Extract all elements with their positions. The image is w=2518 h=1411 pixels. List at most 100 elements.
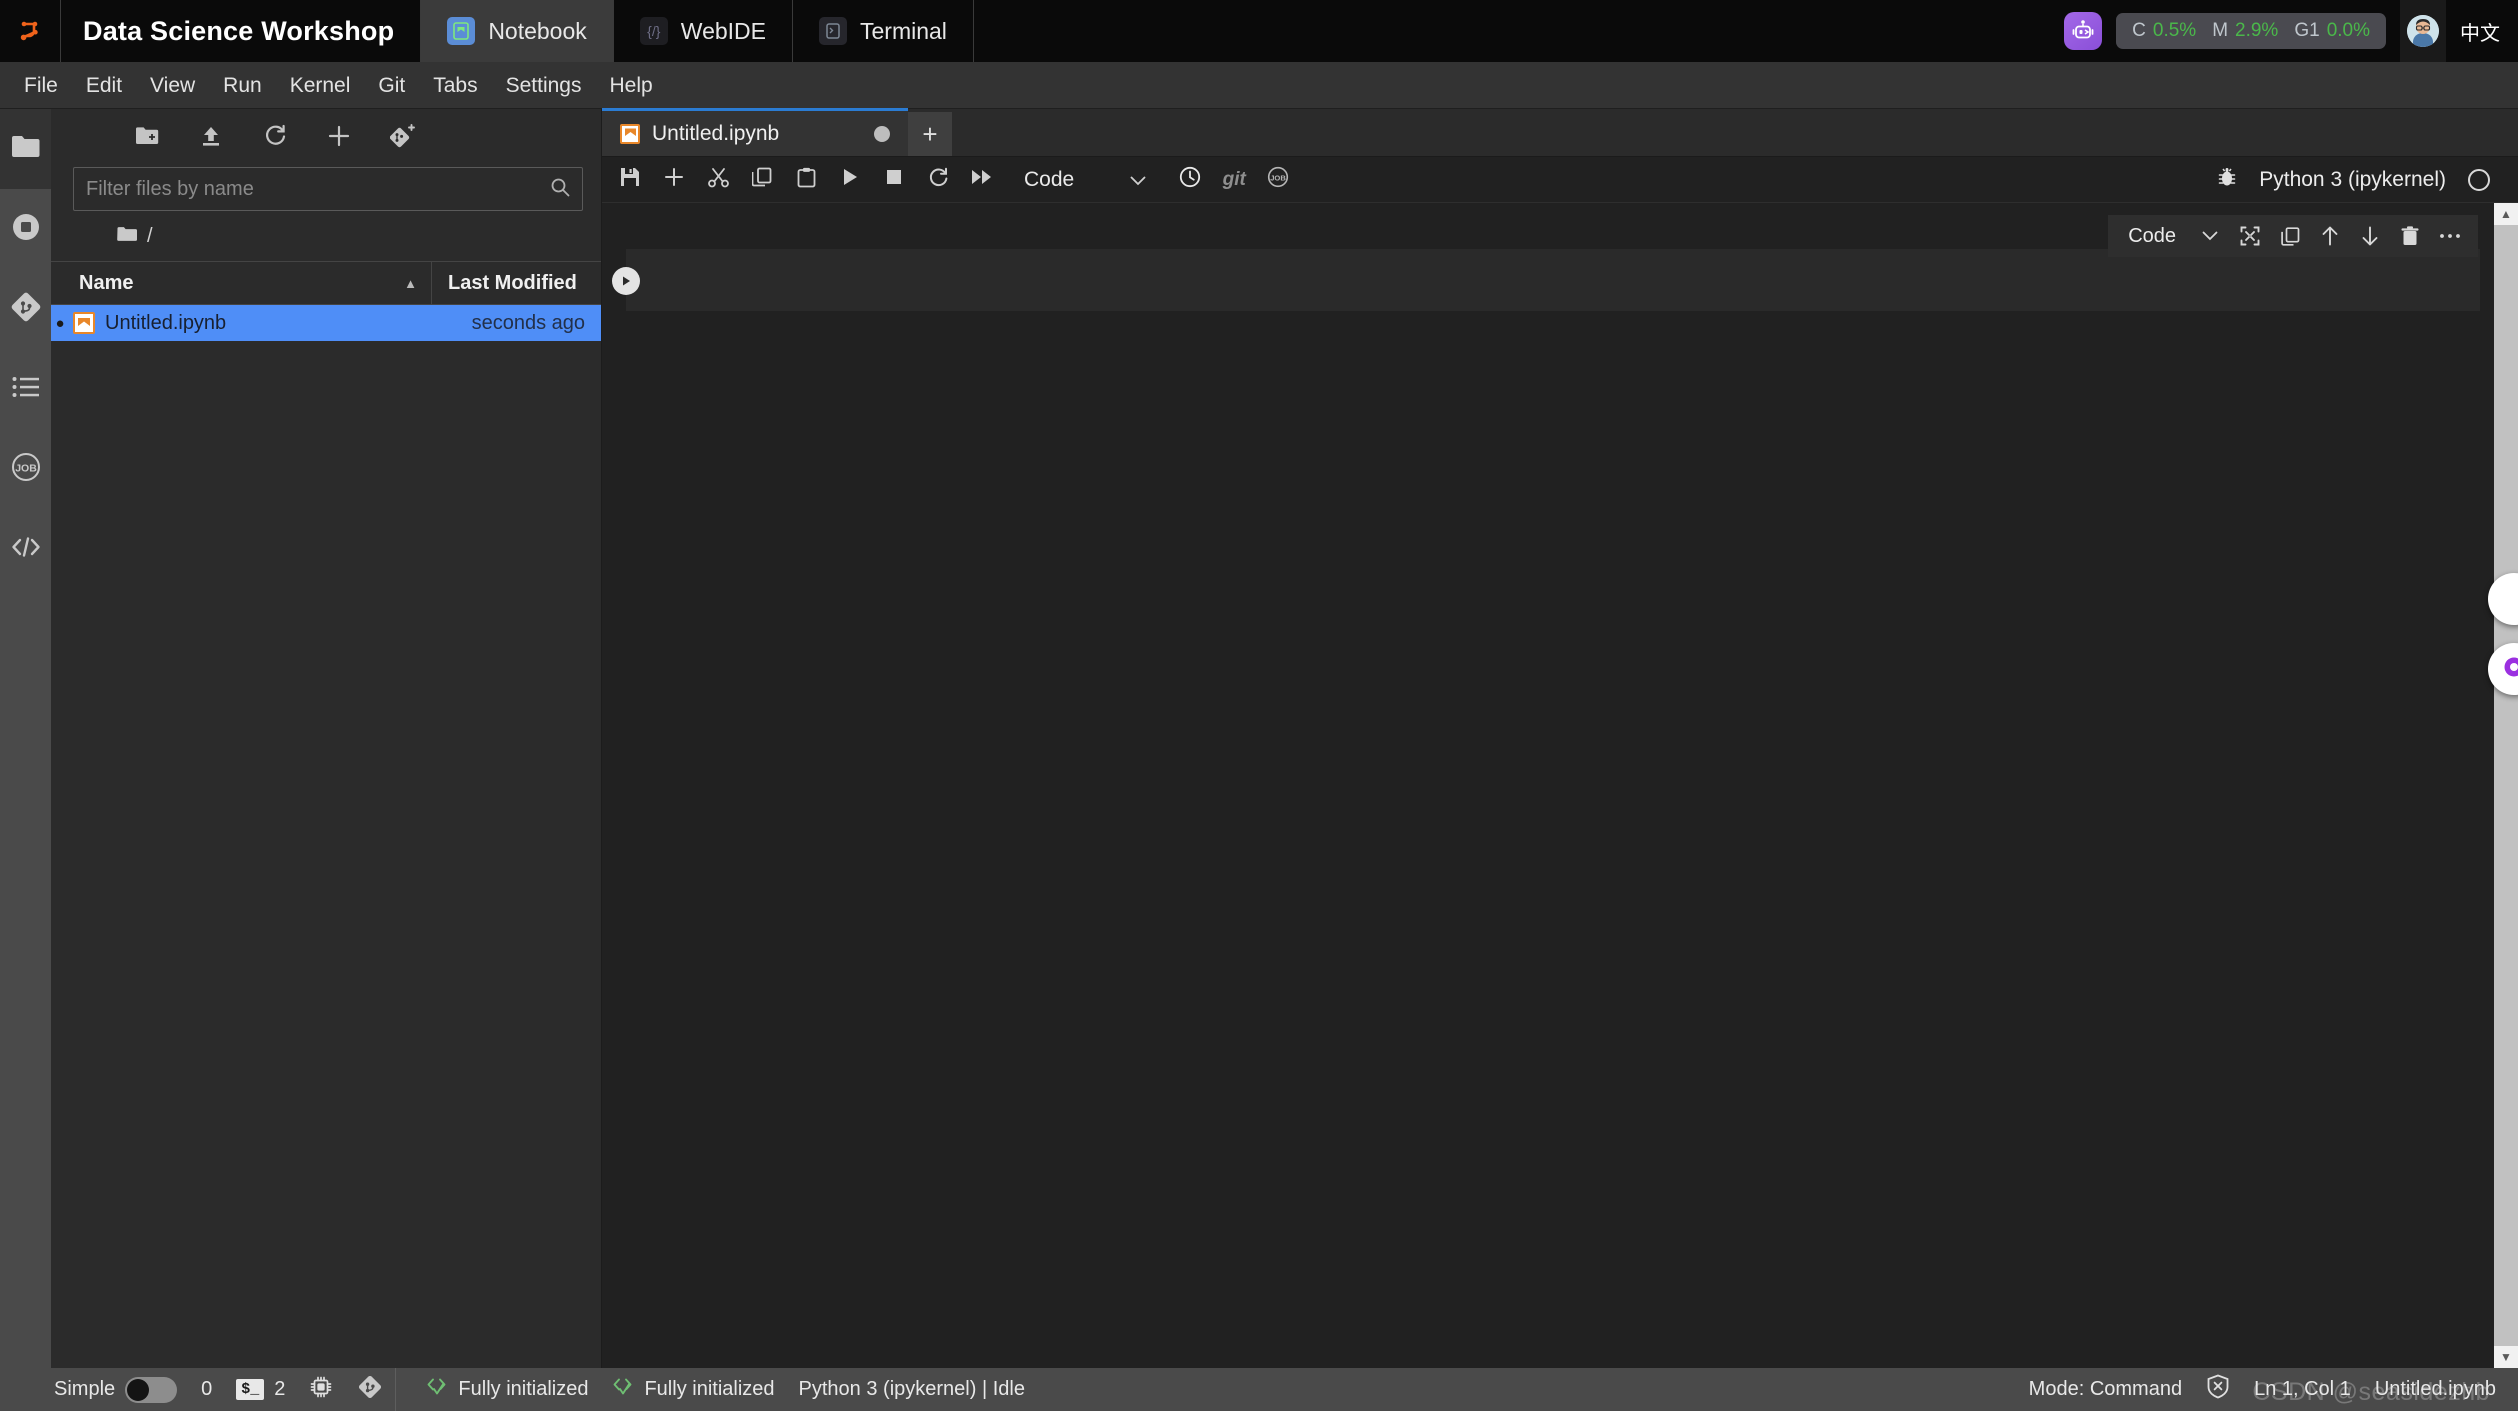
active-file-name[interactable]: Untitled.ipynb	[2363, 1368, 2518, 1411]
kernel-count[interactable]: 0	[189, 1368, 224, 1411]
upload-button[interactable]	[179, 115, 243, 161]
notebook-toolbar-right: Python 3 (ipykernel)	[2217, 166, 2518, 194]
floating-action-button-top[interactable]	[2488, 573, 2518, 625]
cell-toolbar: Code	[2108, 215, 2478, 257]
menu-tabs[interactable]: Tabs	[419, 62, 491, 109]
delete-cell-button[interactable]	[2390, 217, 2430, 255]
play-circle-icon[interactable]	[612, 267, 640, 295]
code-cell[interactable]	[626, 249, 2480, 311]
system-stats[interactable]: C 0.5% M 2.9% G1 0.0%	[2116, 13, 2386, 49]
app-tab-terminal[interactable]: Terminal	[793, 0, 974, 62]
restart-kernel-button[interactable]	[916, 160, 960, 200]
kernel-name-label[interactable]: Python 3 (ipykernel)	[2259, 168, 2446, 192]
terminal-icon	[819, 17, 847, 45]
toggle-switch[interactable]	[125, 1377, 177, 1403]
sidebar-item-jobs[interactable]: JOB	[0, 429, 51, 509]
resource-usage[interactable]	[297, 1368, 345, 1411]
terminal-icon: $_	[236, 1379, 264, 1400]
menu-help[interactable]: Help	[596, 62, 667, 109]
sidebar-item-running[interactable]	[0, 189, 51, 269]
paste-cells-button[interactable]	[784, 160, 828, 200]
menu-kernel[interactable]: Kernel	[276, 62, 365, 109]
menu-settings[interactable]: Settings	[492, 62, 596, 109]
new-tab-button[interactable]: +	[908, 112, 952, 156]
cpu-value: 0.5%	[2153, 20, 2196, 42]
scroll-up-arrow-icon[interactable]: ▲	[2494, 203, 2518, 225]
lsp-status-left[interactable]: Fully initialized	[414, 1368, 600, 1411]
terminal-count[interactable]: $_ 2	[224, 1368, 297, 1411]
cell-toolbar-type-value[interactable]: Code	[2116, 225, 2190, 248]
run-cell-button[interactable]	[828, 160, 872, 200]
breadcrumb-path: /	[147, 225, 153, 248]
menu-git[interactable]: Git	[364, 62, 419, 109]
column-header-last-modified[interactable]: Last Modified	[431, 262, 601, 304]
cell-type-select[interactable]: Code	[1016, 168, 1154, 192]
refresh-icon	[264, 124, 287, 152]
app-tab-label: WebIDE	[681, 18, 766, 45]
file-list-header: Name ▲ Last Modified	[51, 261, 601, 305]
file-list-item[interactable]: ● Untitled.ipynb seconds ago	[51, 305, 601, 341]
breadcrumb[interactable]: /	[51, 211, 601, 261]
restart-and-run-all-button[interactable]	[960, 160, 1004, 200]
save-button[interactable]	[608, 160, 652, 200]
unsaved-indicator-icon[interactable]	[874, 126, 890, 142]
git-tool-button[interactable]: git	[1212, 160, 1256, 200]
notebook-vertical-scrollbar[interactable]: ▲ ▼	[2494, 203, 2518, 1368]
search-icon[interactable]	[550, 177, 570, 202]
ai-assistant-icon[interactable]	[2064, 12, 2102, 50]
collapse-cell-button[interactable]	[2230, 217, 2270, 255]
copy-cells-button[interactable]	[740, 160, 784, 200]
kernel-status[interactable]: Python 3 (ipykernel) | Idle	[787, 1368, 1037, 1411]
execution-history-button[interactable]	[1168, 160, 1212, 200]
simple-mode-toggle[interactable]: Simple	[42, 1368, 189, 1411]
chevron-down-icon[interactable]	[2190, 217, 2230, 255]
cursor-position-text: Ln 1, Col 1	[2254, 1378, 2351, 1401]
scrollbar-thumb[interactable]	[2494, 225, 2518, 1346]
sidebar-item-extensions[interactable]	[0, 509, 51, 589]
interrupt-kernel-button[interactable]	[872, 160, 916, 200]
new-folder-button[interactable]	[115, 115, 179, 161]
more-options-button[interactable]	[2430, 217, 2470, 255]
scroll-down-arrow-icon[interactable]: ▼	[2494, 1346, 2518, 1368]
file-filter-box[interactable]	[73, 167, 583, 211]
file-name: Untitled.ipynb	[105, 312, 415, 335]
cursor-position[interactable]: Ln 1, Col 1	[2242, 1368, 2363, 1411]
kernel-idle-circle[interactable]	[2468, 169, 2490, 191]
jupyter-lab-logo-icon[interactable]	[0, 0, 61, 62]
bug-icon[interactable]	[2217, 166, 2237, 194]
job-tool-button[interactable]: JOB	[1256, 160, 1300, 200]
search-input[interactable]	[86, 178, 550, 201]
sidebar-item-git[interactable]	[0, 269, 51, 349]
floating-assistant-button[interactable]	[2488, 643, 2518, 695]
job-circle-icon: JOB	[1267, 166, 1289, 193]
restart-icon	[928, 167, 949, 193]
move-cell-up-button[interactable]	[2310, 217, 2350, 255]
sidebar-item-toc[interactable]	[0, 349, 51, 429]
menu-edit[interactable]: Edit	[72, 62, 136, 109]
active-file-name-text: Untitled.ipynb	[2375, 1378, 2496, 1401]
app-tab-webide[interactable]: {/} WebIDE	[614, 0, 793, 62]
avatar[interactable]	[2400, 0, 2446, 62]
column-header-name[interactable]: Name ▲	[51, 272, 431, 295]
cut-cells-button[interactable]	[696, 160, 740, 200]
language-switch[interactable]: 中文	[2460, 17, 2504, 46]
menu-run[interactable]: Run	[209, 62, 276, 109]
notebook-tab-untitled[interactable]: Untitled.ipynb	[602, 108, 908, 156]
new-launcher-button[interactable]	[307, 115, 371, 161]
refresh-button[interactable]	[243, 115, 307, 161]
conflict-status[interactable]	[2194, 1368, 2242, 1411]
simple-mode-label: Simple	[54, 1378, 115, 1401]
notebook-mode[interactable]: Mode: Command	[2017, 1368, 2194, 1411]
move-cell-down-button[interactable]	[2350, 217, 2390, 255]
app-tab-notebook[interactable]: Notebook	[421, 0, 613, 62]
lsp-status-right[interactable]: Fully initialized	[600, 1368, 786, 1411]
sidebar-item-file-browser[interactable]	[0, 109, 51, 189]
code-brackets-icon: {/}	[640, 17, 668, 45]
insert-cell-button[interactable]	[652, 160, 696, 200]
menu-view[interactable]: View	[136, 62, 209, 109]
menu-file[interactable]: File	[10, 62, 72, 109]
duplicate-cell-button[interactable]	[2270, 217, 2310, 255]
sort-ascending-icon[interactable]: ▲	[404, 276, 417, 291]
git-clone-button[interactable]	[371, 115, 435, 161]
git-status[interactable]	[345, 1368, 395, 1411]
